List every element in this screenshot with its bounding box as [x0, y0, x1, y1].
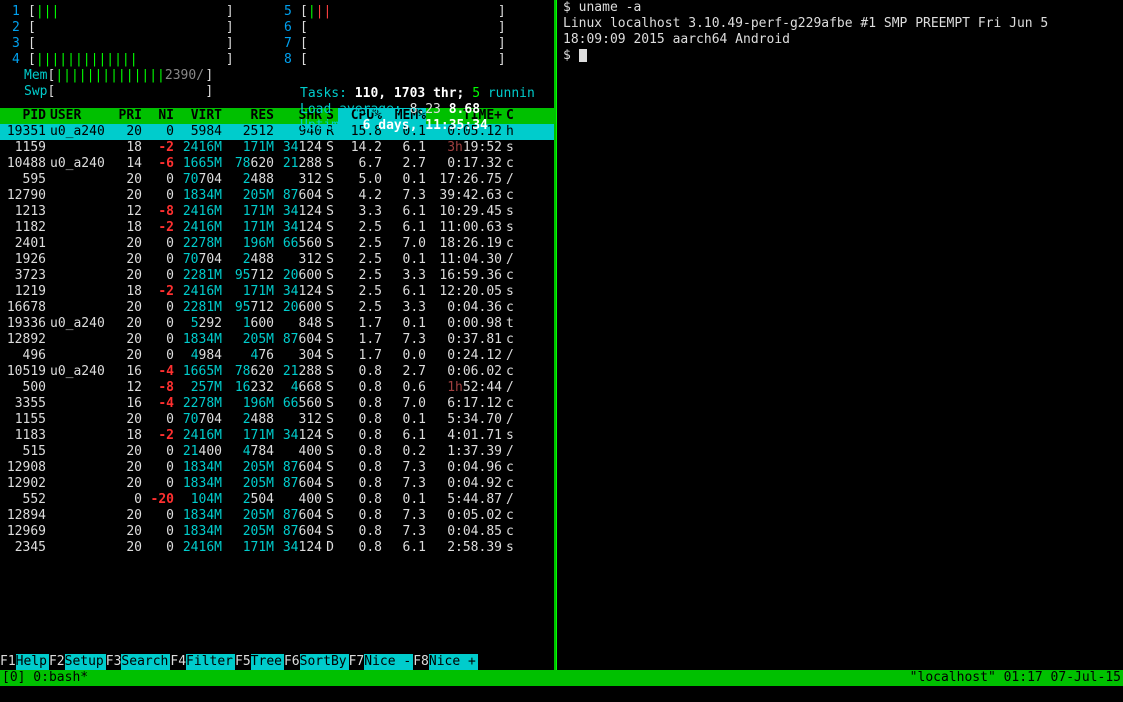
- cpu-meters: 1 [|||]5 [|||] 2 []6 [] 3 []7 [] 4 [||||…: [0, 0, 556, 100]
- process-row[interactable]: 118218-22416M171M34124S2.56.111:00.63s: [0, 220, 556, 236]
- process-row[interactable]: 10488u0_a24014-61665M7862021288S6.72.70:…: [0, 156, 556, 172]
- htop-pane[interactable]: 1 [|||]5 [|||] 2 []6 [] 3 []7 [] 4 [||||…: [0, 0, 556, 670]
- process-row[interactable]: 129022001834M205M87604S0.87.30:04.92c: [0, 476, 556, 492]
- process-row[interactable]: 118318-22416M171M34124S0.86.14:01.71s: [0, 428, 556, 444]
- process-row[interactable]: 166782002281M9571220600S2.53.30:04.36c: [0, 300, 556, 316]
- process-row[interactable]: 127902001834M205M87604S4.27.339:42.63c: [0, 188, 556, 204]
- mem-label: Mem: [24, 68, 47, 84]
- shell-command: $ uname -a: [563, 0, 1123, 16]
- process-row[interactable]: 1155200707042488312S0.80.15:34.70/: [0, 412, 556, 428]
- process-row[interactable]: 4962004984476304S1.70.00:24.12/: [0, 348, 556, 364]
- function-keys[interactable]: F1Help F2Setup F3SearchF4FilterF5Tree F6…: [0, 654, 556, 670]
- process-row[interactable]: 121918-22416M171M34124S2.56.112:20.05s: [0, 284, 556, 300]
- process-row[interactable]: 121312-82416M171M34124S3.36.110:29.45s: [0, 204, 556, 220]
- process-row[interactable]: 129082001834M205M87604S0.87.30:04.96c: [0, 460, 556, 476]
- process-list[interactable]: 115918-22416M171M34124S14.26.13h19:52s10…: [0, 140, 556, 654]
- shell-prompt[interactable]: $: [563, 48, 1123, 64]
- fkey[interactable]: F2: [49, 654, 65, 670]
- tmux-window-list[interactable]: [0] 0:bash*: [2, 670, 88, 686]
- fkey-label[interactable]: Nice -: [364, 654, 413, 670]
- fkey[interactable]: F8: [413, 654, 429, 670]
- fkey-label[interactable]: SortBy: [300, 654, 349, 670]
- process-row[interactable]: 5520-20104M2504400S0.80.15:44.87/: [0, 492, 556, 508]
- process-row[interactable]: 115918-22416M171M34124S14.26.13h19:52s: [0, 140, 556, 156]
- tmux-status-bar: [0] 0:bash* "localhost" 01:17 07-Jul-15: [0, 670, 1123, 686]
- process-row[interactable]: 24012002278M196M66560S2.57.018:26.19c: [0, 236, 556, 252]
- system-stats: Tasks: 110, 1703 thr; 5 runnin Load aver…: [300, 86, 535, 134]
- shell-pane[interactable]: $ uname -a Linux localhost 3.10.49-perf-…: [556, 0, 1123, 670]
- tmux-status-right: "localhost" 01:17 07-Jul-15: [910, 670, 1121, 686]
- shell-output: 18:09:09 2015 aarch64 Android: [563, 32, 1123, 48]
- fkey-label[interactable]: Tree: [251, 654, 284, 670]
- swp-label: Swp: [24, 84, 47, 100]
- fkey-label[interactable]: Setup: [65, 654, 106, 670]
- process-row[interactable]: 50012-8257M162324668S0.80.61h52:44/: [0, 380, 556, 396]
- process-row[interactable]: 128942001834M205M87604S0.87.30:05.02c: [0, 508, 556, 524]
- shell-output: Linux localhost 3.10.49-perf-g229afbe #1…: [563, 16, 1123, 32]
- cursor-icon: [579, 49, 587, 62]
- tmux-pane-divider[interactable]: [554, 0, 556, 670]
- fkey[interactable]: F3: [106, 654, 122, 670]
- process-row[interactable]: 129692001834M205M87604S0.87.30:04.85c: [0, 524, 556, 540]
- process-row[interactable]: 10519u0_a24016-41665M7862021288S0.82.70:…: [0, 364, 556, 380]
- fkey[interactable]: F5: [235, 654, 251, 670]
- fkey-label[interactable]: Nice +: [429, 654, 478, 670]
- process-row[interactable]: 128922001834M205M87604S1.77.30:37.81c: [0, 332, 556, 348]
- process-row[interactable]: 23452002416M171M34124D0.86.12:58.39s: [0, 540, 556, 556]
- process-row[interactable]: 37232002281M9571220600S2.53.316:59.36c: [0, 268, 556, 284]
- process-row[interactable]: 595200707042488312S5.00.117:26.75/: [0, 172, 556, 188]
- fkey-label[interactable]: Search: [121, 654, 170, 670]
- fkey[interactable]: F1: [0, 654, 16, 670]
- fkey-label[interactable]: Help: [16, 654, 49, 670]
- process-row[interactable]: 19336u0_a24020052921600848S1.70.10:00.98…: [0, 316, 556, 332]
- process-row[interactable]: 335516-42278M196M66560S0.87.06:17.12c: [0, 396, 556, 412]
- fkey-label[interactable]: Filter: [186, 654, 235, 670]
- fkey[interactable]: F4: [170, 654, 186, 670]
- fkey[interactable]: F6: [284, 654, 300, 670]
- fkey[interactable]: F7: [349, 654, 365, 670]
- process-row[interactable]: 1926200707042488312S2.50.111:04.30/: [0, 252, 556, 268]
- process-row[interactable]: 515200214004784400S0.80.21:37.39/: [0, 444, 556, 460]
